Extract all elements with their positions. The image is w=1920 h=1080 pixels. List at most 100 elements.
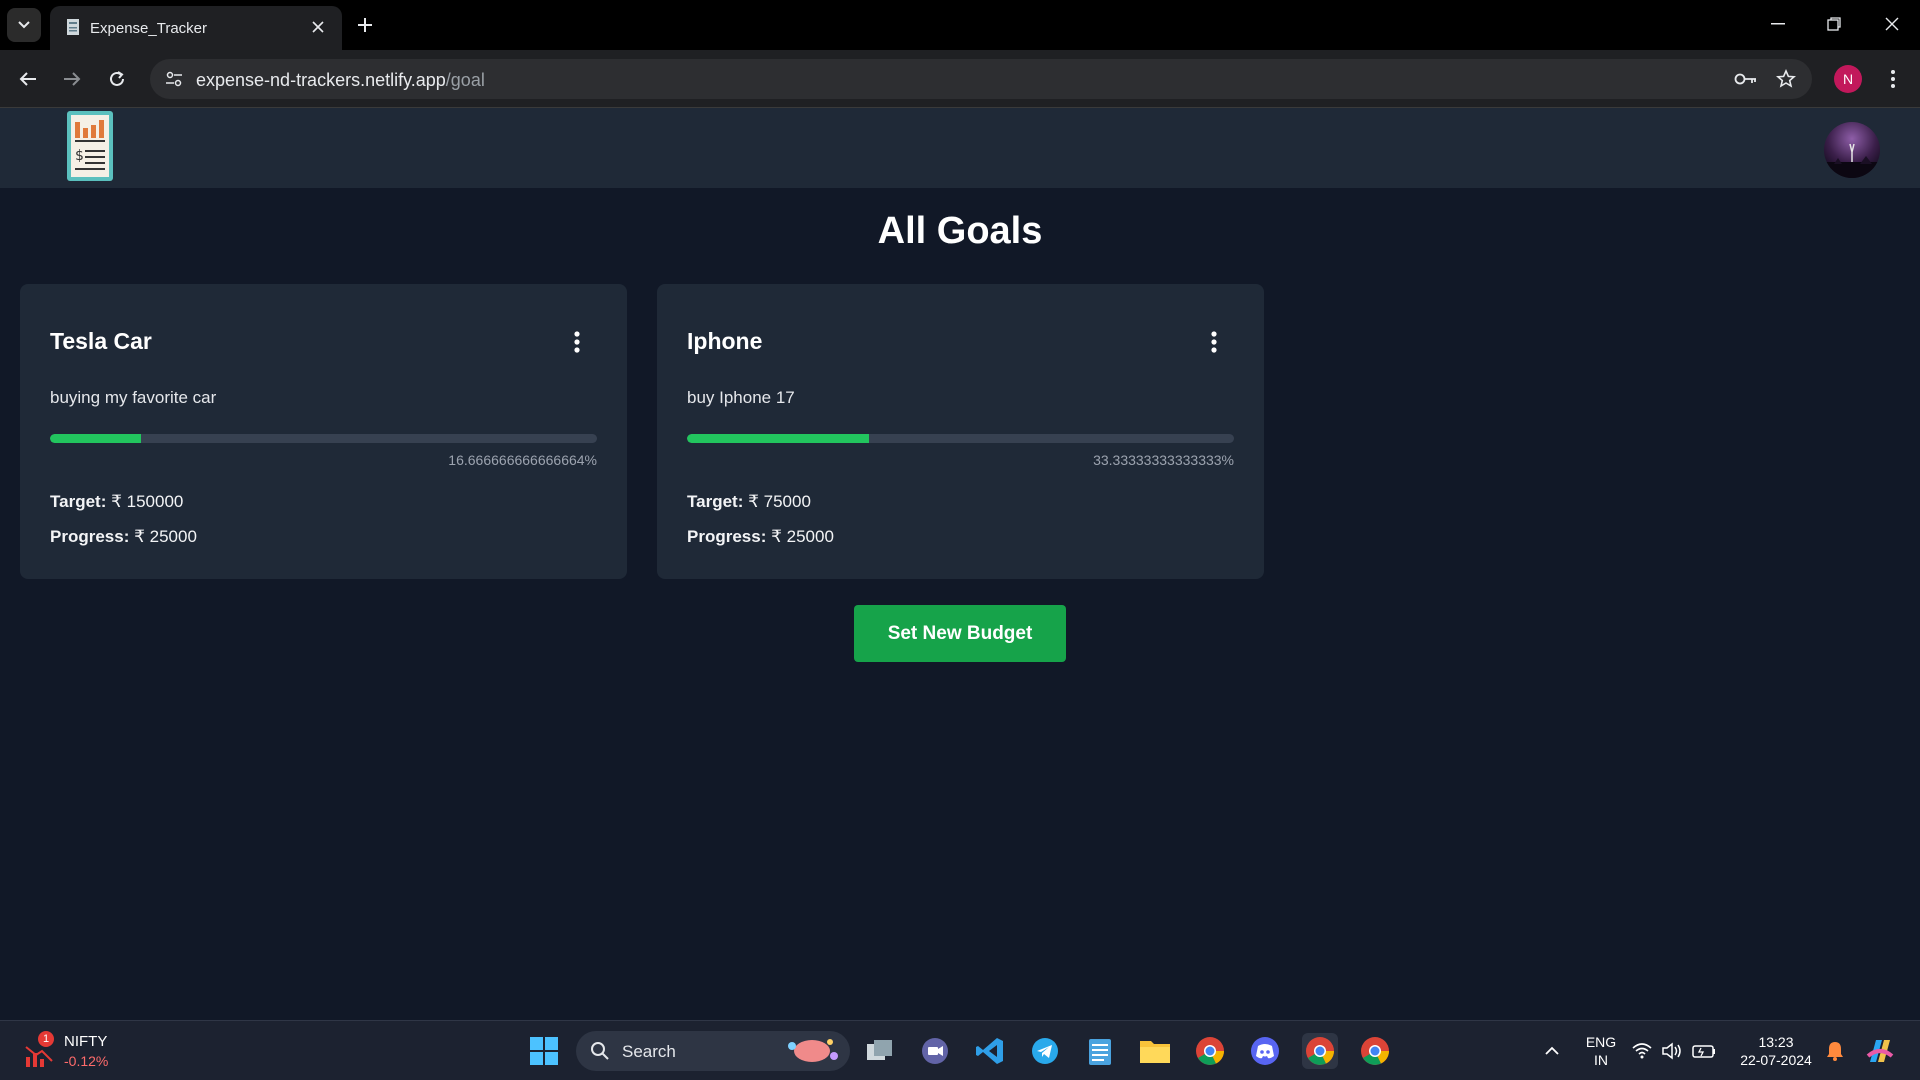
telegram-icon (1032, 1038, 1058, 1064)
task-view-button[interactable] (862, 1033, 898, 1069)
browser-tab[interactable]: Expense_Tracker (50, 6, 342, 50)
more-vertical-icon (1891, 70, 1895, 88)
chrome-active-button[interactable] (1302, 1033, 1338, 1069)
chrome-profile-button[interactable] (1192, 1033, 1228, 1069)
more-vertical-icon (574, 331, 580, 353)
copilot-button[interactable] (1862, 1033, 1898, 1069)
chrome-icon (1361, 1037, 1389, 1065)
language-indicator[interactable]: ENG IN (1580, 1033, 1622, 1069)
goal-progress-line: Progress: ₹ 25000 (687, 527, 834, 547)
goal-progress-line: Progress: ₹ 25000 (50, 527, 197, 547)
back-button[interactable] (12, 63, 44, 95)
copilot-icon (1866, 1040, 1894, 1062)
goal-card: Tesla Car buying my favorite car 16.6666… (20, 284, 627, 579)
tab-search-button[interactable] (7, 8, 41, 42)
video-chat-icon (922, 1038, 948, 1064)
meet-app-button[interactable] (917, 1033, 953, 1069)
receipt-favicon-icon (67, 19, 79, 35)
lang-top: ENG (1585, 1034, 1617, 1050)
url-path: /goal (445, 70, 485, 90)
progress-value: ₹ 25000 (771, 527, 834, 546)
browser-menu-button[interactable] (1880, 63, 1906, 95)
close-icon (1885, 17, 1899, 31)
restore-icon (1827, 17, 1841, 31)
goal-options-button[interactable] (571, 328, 583, 356)
telegram-button[interactable] (1027, 1033, 1063, 1069)
goal-percent-text: 33.33333333333333% (1093, 452, 1234, 468)
svg-text:$: $ (75, 148, 84, 164)
chrome-icon (1196, 1037, 1224, 1065)
notification-badge: 1 (38, 1031, 54, 1047)
nifty-label: NIFTY (64, 1033, 108, 1050)
new-tab-button[interactable] (352, 12, 378, 38)
goal-title: Tesla Car (50, 328, 152, 354)
app-header: $ (0, 108, 1920, 188)
file-explorer-button[interactable] (1137, 1033, 1173, 1069)
profile-avatar-button[interactable]: N (1834, 65, 1862, 93)
goal-percent-text: 16.666666666666664% (448, 452, 597, 468)
goal-progress-fill (50, 434, 142, 443)
clock[interactable]: 13:23 22-07-2024 (1734, 1033, 1818, 1069)
chevron-up-icon (1545, 1046, 1559, 1055)
site-info-button[interactable] (160, 65, 188, 93)
discord-button[interactable] (1247, 1033, 1283, 1069)
goal-progress-fill (687, 434, 870, 443)
chrome-icon (1306, 1037, 1334, 1065)
url-text: expense-nd-trackers.netlify.app/goal (196, 70, 485, 91)
bell-icon (1827, 1042, 1843, 1061)
chrome-second-button[interactable] (1357, 1033, 1393, 1069)
goal-description: buying my favorite car (50, 388, 217, 407)
arrow-right-icon (64, 72, 81, 86)
taskbar: 1 NIFTY -0.12% Search ENG IN 13:23 22-07… (0, 1020, 1920, 1080)
more-vertical-icon (1211, 331, 1217, 353)
target-value: ₹ 75000 (748, 492, 811, 511)
avatar-image-icon (1824, 122, 1880, 178)
clock-time: 13:23 (1758, 1034, 1794, 1050)
show-hidden-icons-button[interactable] (1534, 1033, 1570, 1069)
restore-button[interactable] (1818, 10, 1850, 38)
goal-description: buy Iphone 17 (687, 388, 795, 407)
folder-icon (1140, 1041, 1170, 1063)
set-new-budget-button[interactable]: Set New Budget (854, 605, 1066, 662)
goal-target-line: Target: ₹ 150000 (50, 492, 183, 512)
goal-progress-bar (50, 434, 597, 443)
notifications-button[interactable] (1817, 1033, 1853, 1069)
user-avatar[interactable] (1824, 122, 1880, 178)
lang-bottom: IN (1594, 1052, 1608, 1068)
goal-options-button[interactable] (1208, 328, 1220, 356)
tab-close-button[interactable] (308, 17, 328, 37)
vscode-icon (976, 1038, 1003, 1064)
tab-title: Expense_Tracker (90, 20, 207, 37)
wifi-volume-battery-icon (1632, 1042, 1715, 1060)
address-bar[interactable]: expense-nd-trackers.netlify.app/goal (150, 59, 1812, 99)
system-tray-status[interactable] (1630, 1033, 1720, 1069)
taskbar-search[interactable]: Search (576, 1031, 850, 1071)
windows-icon (530, 1037, 558, 1065)
nifty-widget[interactable]: 1 NIFTY -0.12% (22, 1031, 142, 1073)
page-title: All Goals (877, 210, 1043, 252)
bookmark-button[interactable] (1772, 65, 1800, 93)
target-label: Target: (50, 492, 107, 511)
target-label: Target: (687, 492, 744, 511)
vscode-button[interactable] (972, 1033, 1008, 1069)
key-icon (1734, 73, 1756, 85)
expense-logo-icon[interactable]: $ (66, 110, 114, 182)
window-close-button[interactable] (1876, 10, 1908, 38)
star-icon (1776, 69, 1796, 88)
browser-toolbar: expense-nd-trackers.netlify.app/goal N (0, 50, 1920, 108)
minimize-button[interactable] (1762, 10, 1794, 38)
search-icon (591, 1042, 609, 1060)
discord-icon (1251, 1037, 1279, 1065)
start-button[interactable] (526, 1033, 562, 1069)
target-value: ₹ 150000 (111, 492, 184, 511)
forward-button[interactable] (56, 63, 88, 95)
password-key-button[interactable] (1732, 65, 1760, 93)
task-view-icon (867, 1040, 892, 1060)
progress-label: Progress: (687, 527, 767, 546)
progress-label: Progress: (50, 527, 130, 546)
arrow-left-icon (19, 72, 36, 86)
goal-card: Iphone buy Iphone 17 33.33333333333333% … (657, 284, 1264, 579)
notepad-button[interactable] (1082, 1033, 1118, 1069)
reload-button[interactable] (101, 63, 133, 95)
goal-progress-bar (687, 434, 1234, 443)
